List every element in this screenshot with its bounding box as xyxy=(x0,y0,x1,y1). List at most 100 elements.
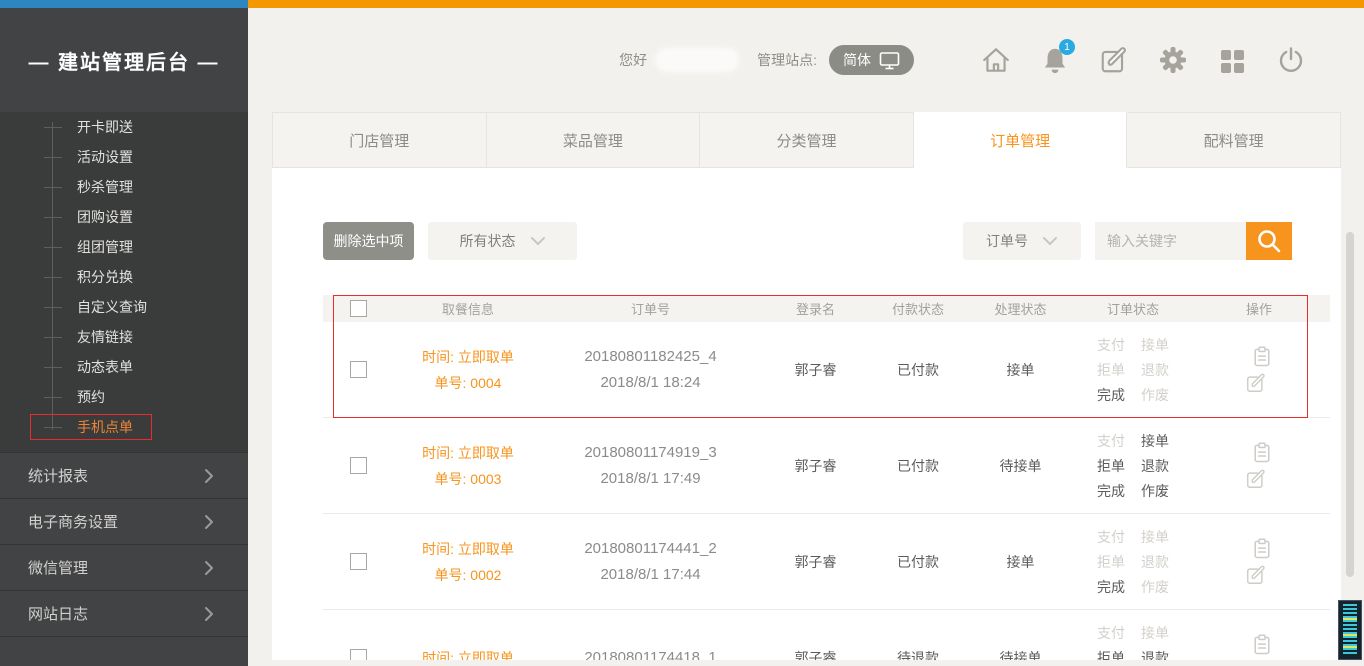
sidebar-item-团购设置[interactable]: 团购设置 xyxy=(0,202,248,232)
order-action-link[interactable]: 接单 xyxy=(1141,623,1169,643)
column-header: 取餐信息 xyxy=(393,299,543,318)
sidebar-item-label: 组团管理 xyxy=(77,237,133,257)
sidebar-item-组团管理[interactable]: 组团管理 xyxy=(0,232,248,262)
tab-菜品管理[interactable]: 菜品管理 xyxy=(487,112,701,168)
row-checkbox[interactable] xyxy=(350,361,367,378)
sidebar-section-电子商务设置[interactable]: 电子商务设置 xyxy=(0,498,248,544)
order-action-link[interactable]: 退款 xyxy=(1141,648,1169,661)
gear-icon[interactable] xyxy=(1156,43,1190,77)
tab-分类管理[interactable]: 分类管理 xyxy=(700,112,914,168)
sidebar-item-label: 预约 xyxy=(77,387,105,407)
minimap-widget[interactable] xyxy=(1338,600,1362,660)
row-checkbox[interactable] xyxy=(350,457,367,474)
order-action-link[interactable]: 拒单 xyxy=(1097,552,1125,572)
clipboard-icon[interactable] xyxy=(1251,537,1273,561)
pay-status-cell: 已付款 xyxy=(873,552,963,572)
order-action-link[interactable]: 拒单 xyxy=(1097,648,1125,661)
pickup-info-cell: 时间: 立即取单单号: 0003 xyxy=(393,440,543,492)
order-action-link[interactable]: 支付 xyxy=(1097,623,1125,643)
chevron-down-icon xyxy=(1042,235,1058,247)
process-status-cell: 待接单 xyxy=(963,648,1078,661)
login-name-cell: 郭子睿 xyxy=(758,360,873,380)
tab-label: 配料管理 xyxy=(1204,130,1264,151)
column-header: 操作 xyxy=(1188,299,1330,318)
language-button[interactable]: 简体 xyxy=(829,45,914,75)
sidebar-item-秒杀管理[interactable]: 秒杀管理 xyxy=(0,172,248,202)
sidebar-item-label: 活动设置 xyxy=(77,147,133,167)
search-field-select[interactable]: 订单号 xyxy=(963,222,1081,260)
sidebar-item-自定义查询[interactable]: 自定义查询 xyxy=(0,292,248,322)
edit-row-icon[interactable] xyxy=(1245,372,1267,394)
sidebar-item-label: 动态表单 xyxy=(77,357,133,377)
home-icon[interactable] xyxy=(979,43,1013,77)
order-action-link[interactable]: 完成 xyxy=(1097,481,1125,501)
order-action-link[interactable]: 完成 xyxy=(1097,577,1125,597)
sidebar-section-微信管理[interactable]: 微信管理 xyxy=(0,544,248,590)
status-filter-select[interactable]: 所有状态 xyxy=(428,222,577,260)
monitor-icon xyxy=(879,51,900,70)
pickup-time: 时间: 立即取单 xyxy=(393,536,543,562)
sidebar-section-网站日志[interactable]: 网站日志 xyxy=(0,590,248,636)
sidebar-section-label: 电子商务设置 xyxy=(28,511,118,532)
order-action-link[interactable]: 支付 xyxy=(1097,335,1125,355)
order-action-link[interactable]: 作废 xyxy=(1141,385,1169,405)
edit-row-icon[interactable] xyxy=(1245,564,1267,586)
order-action-link[interactable]: 接单 xyxy=(1141,431,1169,451)
bell-icon[interactable]: 1 xyxy=(1038,43,1072,77)
scrollbar-thumb[interactable] xyxy=(1346,232,1354,577)
sidebar-item-label: 手机点单 xyxy=(77,417,133,437)
sidebar-item-活动设置[interactable]: 活动设置 xyxy=(0,142,248,172)
search-button[interactable] xyxy=(1246,222,1292,260)
order-action-link[interactable]: 接单 xyxy=(1141,335,1169,355)
apps-icon[interactable] xyxy=(1215,43,1249,77)
order-number: 20180801182425_4 xyxy=(543,344,758,370)
order-action-link[interactable]: 拒单 xyxy=(1097,360,1125,380)
clipboard-icon[interactable] xyxy=(1251,345,1273,369)
operations-cell xyxy=(1188,633,1330,660)
order-action-link[interactable]: 退款 xyxy=(1141,456,1169,476)
clipboard-icon[interactable] xyxy=(1251,441,1273,465)
search-field-value: 订单号 xyxy=(986,231,1028,251)
order-action-link[interactable]: 支付 xyxy=(1097,527,1125,547)
sidebar-item-预约[interactable]: 预约 xyxy=(0,382,248,412)
select-all-checkbox[interactable] xyxy=(350,300,367,317)
tab-配料管理[interactable]: 配料管理 xyxy=(1127,112,1341,168)
order-action-link[interactable]: 退款 xyxy=(1141,552,1169,572)
column-header: 订单号 xyxy=(543,299,758,318)
order-action-link[interactable]: 作废 xyxy=(1141,481,1169,501)
order-number-cell: 20180801174919_32018/8/1 17:49 xyxy=(543,440,758,492)
clipboard-icon[interactable] xyxy=(1251,633,1273,657)
edit-row-icon[interactable] xyxy=(1245,468,1267,490)
tab-门店管理[interactable]: 门店管理 xyxy=(272,112,487,168)
sidebar-section-统计报表[interactable]: 统计报表 xyxy=(0,452,248,498)
sidebar-item-友情链接[interactable]: 友情链接 xyxy=(0,322,248,352)
power-icon[interactable] xyxy=(1274,43,1308,77)
table-body: 时间: 立即取单单号: 000420180801182425_42018/8/1… xyxy=(323,322,1330,660)
order-action-links: 支付接单拒单退款完成作废 xyxy=(1097,431,1169,501)
row-checkbox-cell xyxy=(323,649,393,660)
sidebar-sections: 统计报表电子商务设置微信管理网站日志 xyxy=(0,452,248,636)
row-checkbox[interactable] xyxy=(350,553,367,570)
keyword-input[interactable] xyxy=(1095,222,1246,260)
order-action-link[interactable]: 完成 xyxy=(1097,385,1125,405)
top-stripe-blue xyxy=(0,0,248,8)
sidebar-item-开卡即送[interactable]: 开卡即送 xyxy=(0,112,248,142)
pickup-time: 时间: 立即取单 xyxy=(393,440,543,466)
order-action-link[interactable]: 支付 xyxy=(1097,431,1125,451)
pickup-time: 时间: 立即取单 xyxy=(393,344,543,370)
edit-icon[interactable] xyxy=(1097,43,1131,77)
sidebar-item-label: 友情链接 xyxy=(77,327,133,347)
order-action-link[interactable]: 接单 xyxy=(1141,527,1169,547)
sidebar-item-label: 开卡即送 xyxy=(77,117,133,137)
sidebar-item-动态表单[interactable]: 动态表单 xyxy=(0,352,248,382)
order-action-link[interactable]: 拒单 xyxy=(1097,456,1125,476)
order-action-link[interactable]: 退款 xyxy=(1141,360,1169,380)
row-checkbox[interactable] xyxy=(350,649,367,660)
order-panel: 删除选中项 所有状态 订单号 xyxy=(272,168,1341,660)
order-status-cell: 支付接单拒单退款完成作废 xyxy=(1078,431,1188,501)
delete-selected-button[interactable]: 删除选中项 xyxy=(323,222,414,260)
order-action-link[interactable]: 作废 xyxy=(1141,577,1169,597)
sidebar-item-积分兑换[interactable]: 积分兑换 xyxy=(0,262,248,292)
sidebar-item-手机点单[interactable]: 手机点单 xyxy=(0,412,248,442)
tab-订单管理[interactable]: 订单管理 xyxy=(914,112,1128,168)
